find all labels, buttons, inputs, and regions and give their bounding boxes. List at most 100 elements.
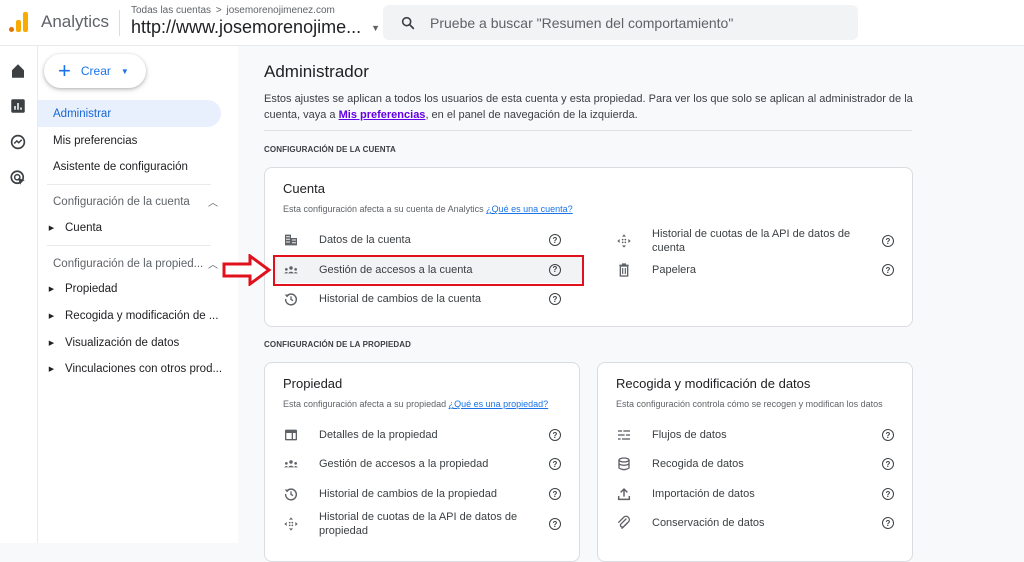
nav-section-property-label: Configuración de la propied...	[53, 257, 204, 270]
row-label: Flujos de datos	[652, 429, 727, 441]
search-icon	[401, 16, 415, 29]
section-label-property: CONFIGURACIÓN DE LA PROPIEDAD	[264, 340, 412, 349]
nav-sub-vinculaciones[interactable]: ▶ Vinculaciones con otros prod...	[38, 357, 223, 381]
nav-sub-visualizacion[interactable]: ▶ Visualización de datos	[38, 331, 223, 355]
create-button-label: Crear	[80, 64, 111, 78]
chevron-up-icon: ︿	[208, 260, 218, 271]
nav-item-administrar[interactable]: Administrar	[38, 100, 221, 127]
intro-text: Estos ajustes se aplican a todos los usu…	[264, 91, 924, 123]
home-icon[interactable]	[9, 62, 27, 80]
main-content: Administrador Estos ajustes se aplican a…	[238, 46, 1024, 562]
chevron-up-icon: ︿	[208, 198, 218, 209]
help-icon[interactable]: ?	[882, 488, 894, 500]
page-title: Administrador	[264, 62, 369, 81]
help-icon[interactable]: ?	[549, 293, 561, 305]
nav-item-asistente[interactable]: Asistente de configuración	[38, 153, 221, 180]
help-icon[interactable]: ?	[882, 235, 894, 247]
analytics-logo-icon[interactable]	[9, 12, 29, 32]
app-name: Analytics	[41, 12, 110, 31]
dropdown-arrow-icon: ▼	[371, 22, 381, 33]
expand-arrow-icon: ▶	[48, 340, 55, 347]
help-icon[interactable]: ?	[882, 517, 894, 529]
row-label: Historial de cambios de la propiedad	[319, 488, 497, 500]
property-selector[interactable]: http://www.josemorenojime... ▼	[131, 17, 380, 38]
expand-arrow-icon: ▶	[48, 225, 55, 232]
breadcrumb-root[interactable]: Todas las cuentas	[131, 5, 211, 16]
row-importacion-datos[interactable]: Importación de datos ?	[616, 485, 898, 503]
database-icon	[618, 457, 630, 471]
create-button[interactable]: + Crear ▼	[44, 54, 146, 88]
what-is-property-link[interactable]: ¿Qué es una propiedad?	[449, 399, 549, 409]
what-is-account-link[interactable]: ¿Qué es una cuenta?	[486, 204, 573, 214]
api-quota-icon	[284, 517, 298, 531]
top-bar: Analytics Todas las cuentas > josemoreno…	[0, 0, 1024, 46]
row-historial-cambios-propiedad[interactable]: Historial de cambios de la propiedad ?	[283, 485, 565, 503]
row-conservacion-datos[interactable]: Conservación de datos ?	[616, 514, 898, 532]
nav-section-account[interactable]: Configuración de la cuenta ︿	[53, 194, 218, 210]
row-flujos-datos[interactable]: Flujos de datos ?	[616, 426, 898, 444]
help-icon[interactable]: ?	[882, 264, 894, 276]
row-label: Historial de cambios de la cuenta	[319, 293, 482, 305]
help-icon[interactable]: ?	[549, 518, 561, 530]
row-label: Recogida de datos	[652, 458, 744, 470]
advertising-icon[interactable]	[9, 169, 27, 187]
api-quota-icon	[617, 234, 631, 248]
help-icon[interactable]: ?	[549, 429, 561, 441]
card-subtitle: Esta configuración controla cómo se reco…	[616, 399, 883, 409]
breadcrumb[interactable]: Todas las cuentas > josemorenojimenez.co…	[131, 5, 335, 16]
row-label: Papelera	[652, 264, 697, 276]
upload-icon	[617, 487, 631, 501]
nav-section-property[interactable]: Configuración de la propied... ︿	[53, 256, 218, 272]
explore-icon[interactable]	[9, 133, 27, 151]
property-card: Propiedad Esta configuración afecta a su…	[264, 362, 580, 562]
expand-arrow-icon: ▶	[48, 366, 55, 373]
row-label: Historial de cuotas de la API de datos d…	[652, 228, 851, 254]
card-subtitle-text: Esta configuración afecta a su propiedad	[283, 399, 449, 409]
row-historial-cambios-cuenta[interactable]: Historial de cambios de la cuenta ?	[283, 290, 565, 308]
nav-sub-label: Propiedad	[65, 283, 118, 295]
expand-arrow-icon: ▶	[48, 286, 55, 293]
nav-sub-label: Recogida y modificación de ...	[65, 310, 219, 322]
row-detalles-propiedad[interactable]: Detalles de la propiedad ?	[283, 426, 565, 444]
reports-icon[interactable]	[9, 97, 27, 115]
row-label: Historial de cuotas de la API de datos d…	[319, 511, 518, 537]
nav-sub-label: Vinculaciones con otros prod...	[65, 363, 223, 375]
history-icon	[284, 293, 298, 306]
help-icon[interactable]: ?	[549, 234, 561, 246]
help-icon[interactable]: ?	[882, 429, 894, 441]
intro-text-part2: , en el panel de navegación de la izquie…	[425, 109, 638, 121]
nav-item-mis-preferencias[interactable]: Mis preferencias	[38, 127, 221, 154]
row-historial-cuotas-api-propiedad[interactable]: Historial de cuotas de la API de datos d…	[283, 509, 565, 539]
row-historial-cuotas-api-cuenta[interactable]: Historial de cuotas de la API de datos d…	[616, 226, 898, 256]
divider	[264, 130, 912, 131]
people-icon	[284, 460, 298, 468]
plus-icon: +	[58, 58, 71, 83]
trash-icon	[619, 263, 629, 277]
row-label: Gestión de accesos a la propiedad	[319, 458, 489, 470]
help-icon[interactable]: ?	[549, 458, 561, 470]
annotation-arrow-icon	[222, 254, 272, 286]
row-datos-cuenta[interactable]: Datos de la cuenta ?	[283, 231, 565, 249]
search-bar[interactable]	[383, 5, 858, 40]
account-card: Cuenta Esta configuración afecta a su cu…	[264, 167, 913, 327]
property-selector-label: http://www.josemorenojime...	[131, 17, 362, 37]
annotation-highlight-box	[273, 255, 584, 286]
card-title: Recogida y modificación de datos	[616, 376, 811, 391]
help-icon[interactable]: ?	[882, 458, 894, 470]
search-input[interactable]	[430, 14, 830, 31]
nav-sub-recogida[interactable]: ▶ Recogida y modificación de ...	[38, 304, 223, 328]
mis-preferencias-link[interactable]: Mis preferencias	[339, 109, 426, 121]
side-navigation: + Crear ▼ Administrar Mis preferencias A…	[38, 46, 238, 543]
breadcrumb-account[interactable]: josemorenojimenez.com	[226, 5, 334, 16]
nav-sub-cuenta[interactable]: ▶ Cuenta	[38, 216, 223, 240]
help-icon[interactable]: ?	[549, 488, 561, 500]
property-details-icon	[285, 429, 297, 441]
row-papelera[interactable]: Papelera ?	[616, 261, 898, 279]
nav-sub-label: Visualización de datos	[65, 337, 180, 349]
row-gestion-accesos-propiedad[interactable]: Gestión de accesos a la propiedad ?	[283, 455, 565, 473]
header-divider	[119, 10, 120, 36]
history-icon	[284, 488, 298, 501]
data-streams-icon	[618, 430, 630, 440]
row-recogida-datos[interactable]: Recogida de datos ?	[616, 455, 898, 473]
nav-sub-propiedad[interactable]: ▶ Propiedad	[38, 277, 223, 301]
